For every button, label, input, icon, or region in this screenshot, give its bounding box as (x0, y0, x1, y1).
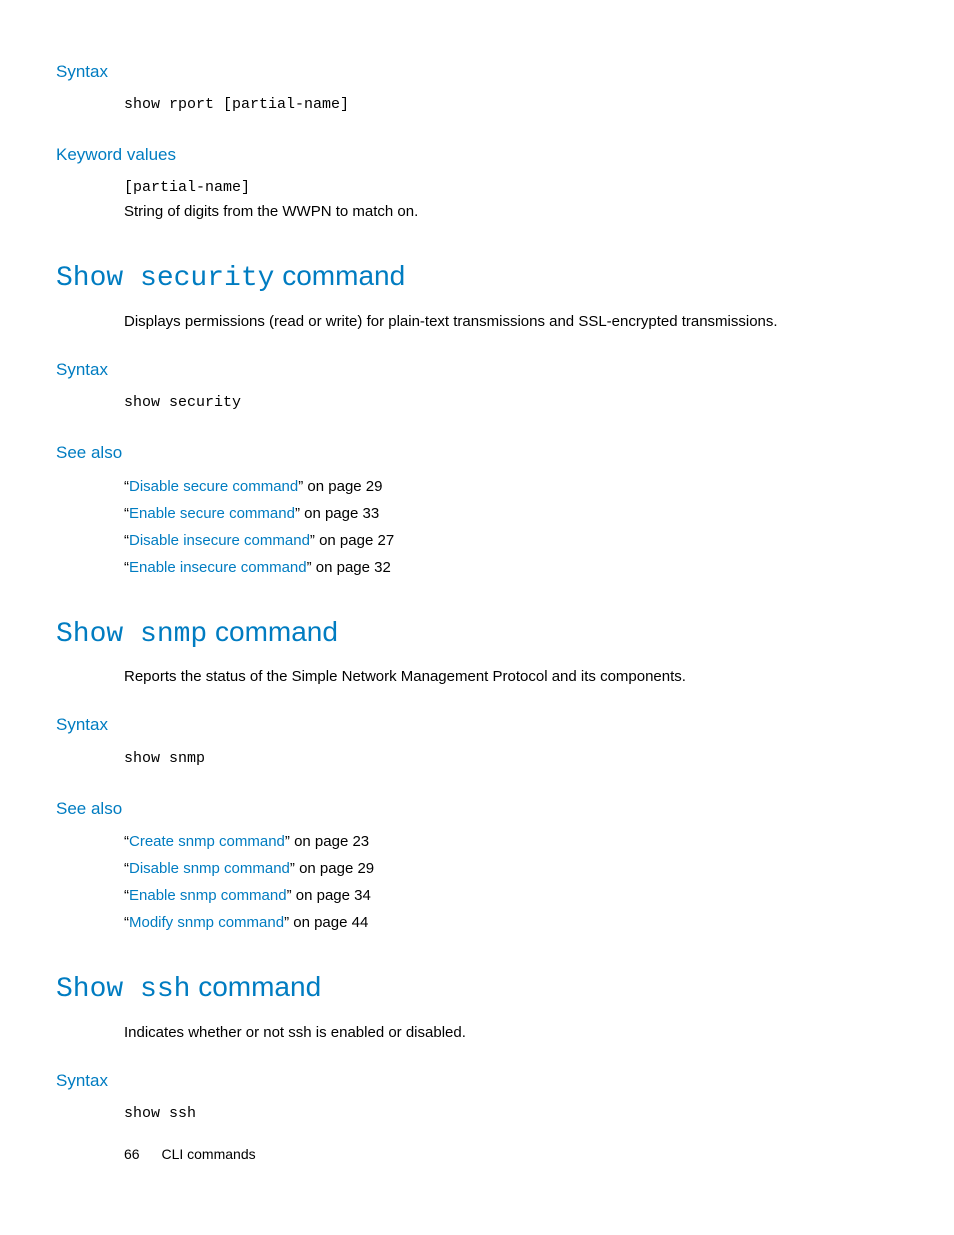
show-ssh-desc: Indicates whether or not ssh is enabled … (124, 1021, 898, 1045)
see-also-item: “Disable insecure command” on page 27 (124, 529, 898, 553)
heading-rest: command (190, 971, 321, 1002)
link-modify-snmp[interactable]: Modify snmp command (129, 914, 284, 931)
see-also-item: “Disable snmp command” on page 29 (124, 857, 898, 881)
show-security-desc: Displays permissions (read or write) for… (124, 310, 898, 334)
ssh-syntax-block: Syntax show ssh (56, 1067, 898, 1126)
see-also-list: “Create snmp command” on page 23 “Disabl… (124, 830, 898, 935)
syntax-code: show ssh (124, 1102, 898, 1126)
see-also-heading: See also (56, 795, 898, 822)
show-snmp-heading: Show snmp command (56, 610, 898, 658)
link-disable-secure[interactable]: Disable secure command (129, 478, 298, 495)
page-number: 66 (124, 1146, 140, 1162)
link-disable-insecure[interactable]: Disable insecure command (129, 532, 310, 549)
heading-rest: command (274, 260, 405, 291)
keyword-desc: String of digits from the WWPN to match … (124, 200, 898, 224)
page-content: Syntax show rport [partial-name] Keyword… (0, 0, 954, 1126)
ref-tail: ” on page 33 (295, 505, 379, 522)
syntax-heading: Syntax (56, 1067, 898, 1094)
see-also-item: “Enable snmp command” on page 34 (124, 884, 898, 908)
see-also-item: “Modify snmp command” on page 44 (124, 911, 898, 935)
syntax-code: show security (124, 391, 898, 415)
ref-tail: ” on page 32 (307, 559, 391, 576)
security-seealso-block: See also “Disable secure command” on pag… (56, 439, 898, 579)
rport-syntax-block: Syntax show rport [partial-name] (56, 58, 898, 117)
ref-tail: ” on page 34 (287, 887, 371, 904)
see-also-heading: See also (56, 439, 898, 466)
see-also-list: “Disable secure command” on page 29 “Ena… (124, 475, 898, 580)
syntax-heading: Syntax (56, 711, 898, 738)
link-disable-snmp[interactable]: Disable snmp command (129, 860, 290, 877)
page-footer: 66 CLI commands (124, 1143, 256, 1165)
ref-tail: ” on page 44 (284, 914, 368, 931)
heading-rest: command (207, 616, 338, 647)
ref-tail: ” on page 29 (298, 478, 382, 495)
heading-mono: Show ssh (56, 974, 190, 1005)
link-create-snmp[interactable]: Create snmp command (129, 833, 285, 850)
see-also-item: “Enable secure command” on page 33 (124, 502, 898, 526)
security-syntax-block: Syntax show security (56, 356, 898, 415)
link-enable-secure[interactable]: Enable secure command (129, 505, 295, 522)
syntax-heading: Syntax (56, 58, 898, 85)
ref-tail: ” on page 23 (285, 833, 369, 850)
ref-tail: ” on page 27 (310, 532, 394, 549)
footer-section: CLI commands (161, 1146, 255, 1162)
rport-keyword-block: Keyword values [partial-name] String of … (56, 141, 898, 224)
syntax-code: show snmp (124, 747, 898, 771)
show-snmp-desc: Reports the status of the Simple Network… (124, 665, 898, 689)
link-enable-snmp[interactable]: Enable snmp command (129, 887, 287, 904)
heading-mono: Show snmp (56, 619, 207, 650)
show-security-heading: Show security command (56, 254, 898, 302)
syntax-heading: Syntax (56, 356, 898, 383)
syntax-code: show rport [partial-name] (124, 93, 898, 117)
snmp-seealso-block: See also “Create snmp command” on page 2… (56, 795, 898, 935)
see-also-item: “Create snmp command” on page 23 (124, 830, 898, 854)
keyword-param: [partial-name] (124, 176, 898, 200)
see-also-item: “Enable insecure command” on page 32 (124, 556, 898, 580)
show-ssh-heading: Show ssh command (56, 965, 898, 1013)
ref-tail: ” on page 29 (290, 860, 374, 877)
link-enable-insecure[interactable]: Enable insecure command (129, 559, 307, 576)
see-also-item: “Disable secure command” on page 29 (124, 475, 898, 499)
keyword-values-heading: Keyword values (56, 141, 898, 168)
snmp-syntax-block: Syntax show snmp (56, 711, 898, 770)
heading-mono: Show security (56, 263, 274, 294)
